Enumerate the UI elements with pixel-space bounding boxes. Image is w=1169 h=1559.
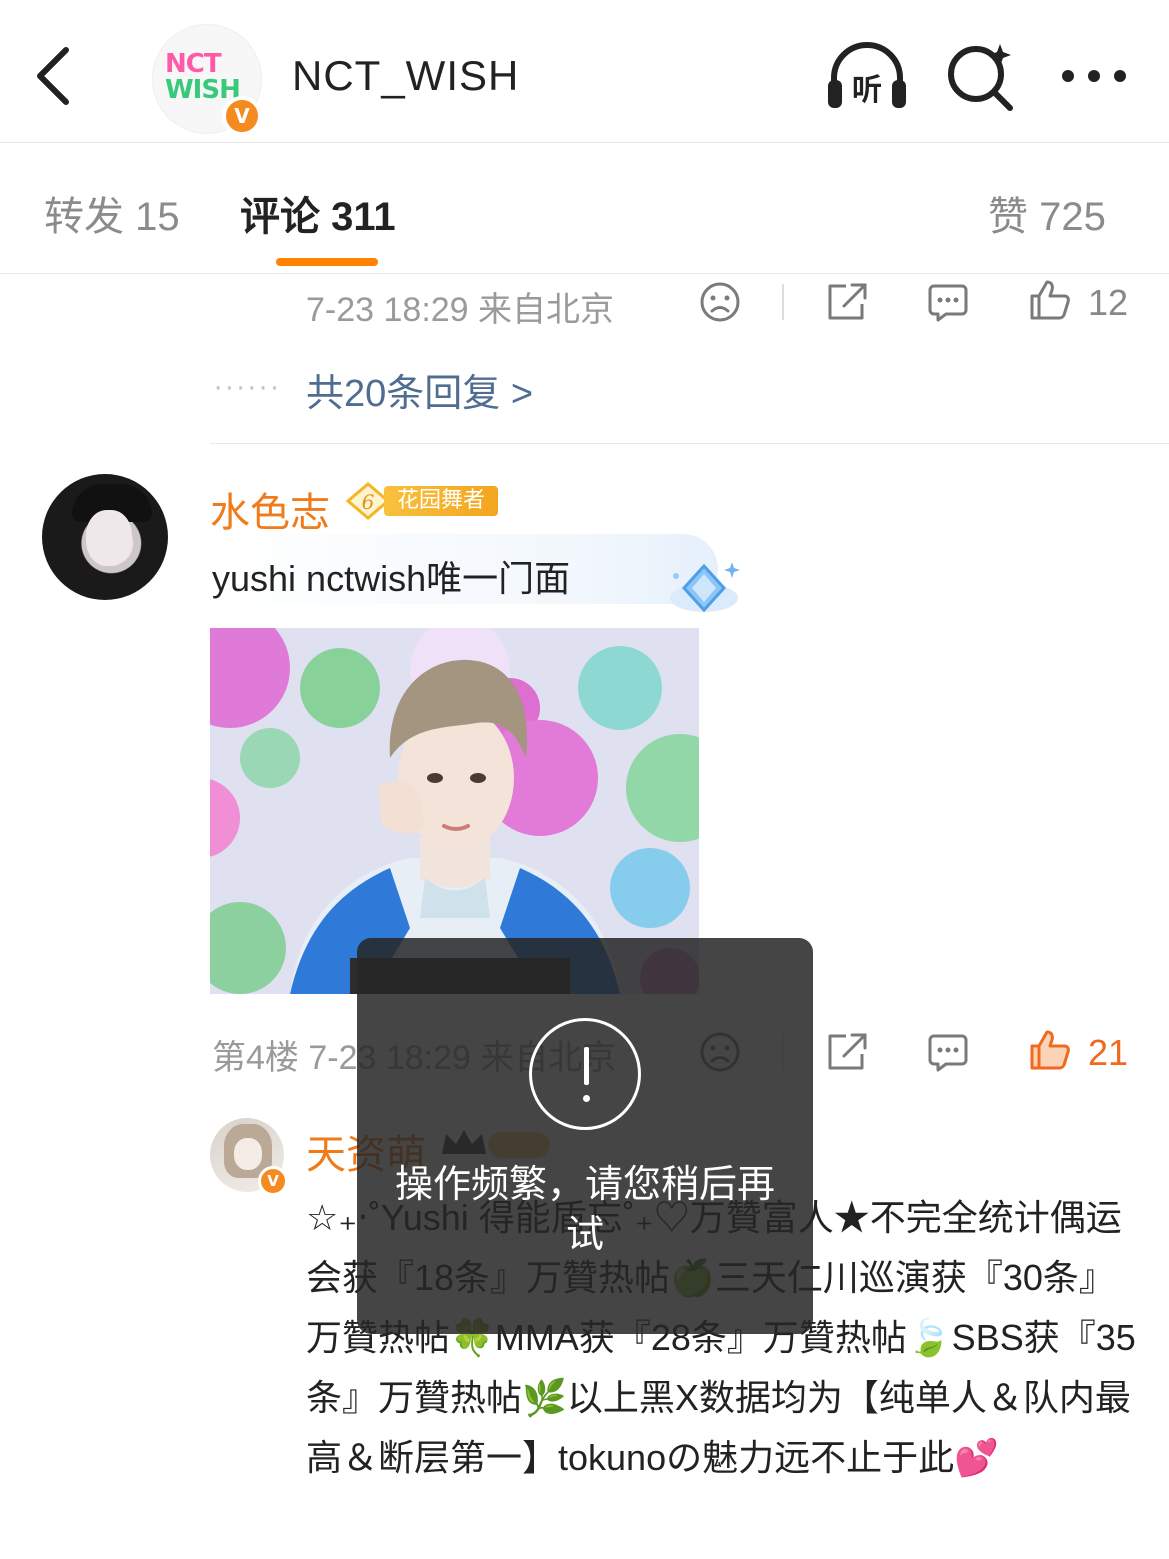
comment-like-count: 21 [1088,1032,1129,1073]
verified-badge: V [222,96,262,136]
tab-comments[interactable]: 评论 311 [240,184,396,242]
reply-dots: ······ [214,374,282,404]
more-icon [1062,70,1126,82]
headphones-icon: 听 [828,42,906,108]
thumbs-up-icon[interactable] [1028,1028,1072,1072]
comment-username[interactable]: 水色志 [210,480,330,538]
verified-badge: V [258,1166,288,1196]
tab-likes[interactable]: 赞 725 [988,184,1106,242]
more-button[interactable] [1058,54,1130,98]
top-navigation-bar: NCT WISH V NCT_WISH 听 [0,0,1169,143]
view-replies-link[interactable]: 共20条回复 > [306,362,533,417]
search-icon [948,44,1013,111]
account-name[interactable]: NCT_WISH [292,52,519,100]
account-logo: NCT WISH [165,49,241,105]
share-icon[interactable] [824,280,870,324]
action-divider [782,284,784,320]
sad-face-icon[interactable] [698,280,742,324]
back-button[interactable] [28,40,88,112]
comment-icon[interactable] [926,280,970,324]
avatar[interactable] [42,474,168,600]
listen-button[interactable]: 听 [824,40,910,112]
exclamation-icon [529,1018,641,1130]
chevron-left-icon [37,47,69,105]
badge-label: 花园舞者 [384,486,498,516]
comment-divider [210,443,1169,444]
error-toast: 操作频繁，请您稍后再试 [357,938,813,1334]
share-icon[interactable] [824,1030,870,1074]
toast-message: 操作频繁，请您稍后再试 [394,1164,775,1256]
search-button[interactable] [944,40,1018,112]
diamond-decoration-icon [670,562,740,613]
prev-like-count: 12 [1088,282,1129,323]
tab-bar: 转发 15 评论 311 赞 725 [0,144,1169,274]
active-tab-indicator [276,258,378,266]
thumbs-up-icon[interactable] [1028,278,1072,322]
fan-level-badge[interactable]: 6 花园舞者 [344,482,498,520]
prev-comment-meta: 7-23 18:29 来自北京 [306,291,615,329]
svg-text:6: 6 [362,490,375,514]
comment-text: yushi nctwish唯一门面 [212,558,571,599]
comment-icon[interactable] [926,1030,970,1074]
tab-reposts[interactable]: 转发 15 [44,184,180,242]
svg-text:听: 听 [852,73,882,108]
